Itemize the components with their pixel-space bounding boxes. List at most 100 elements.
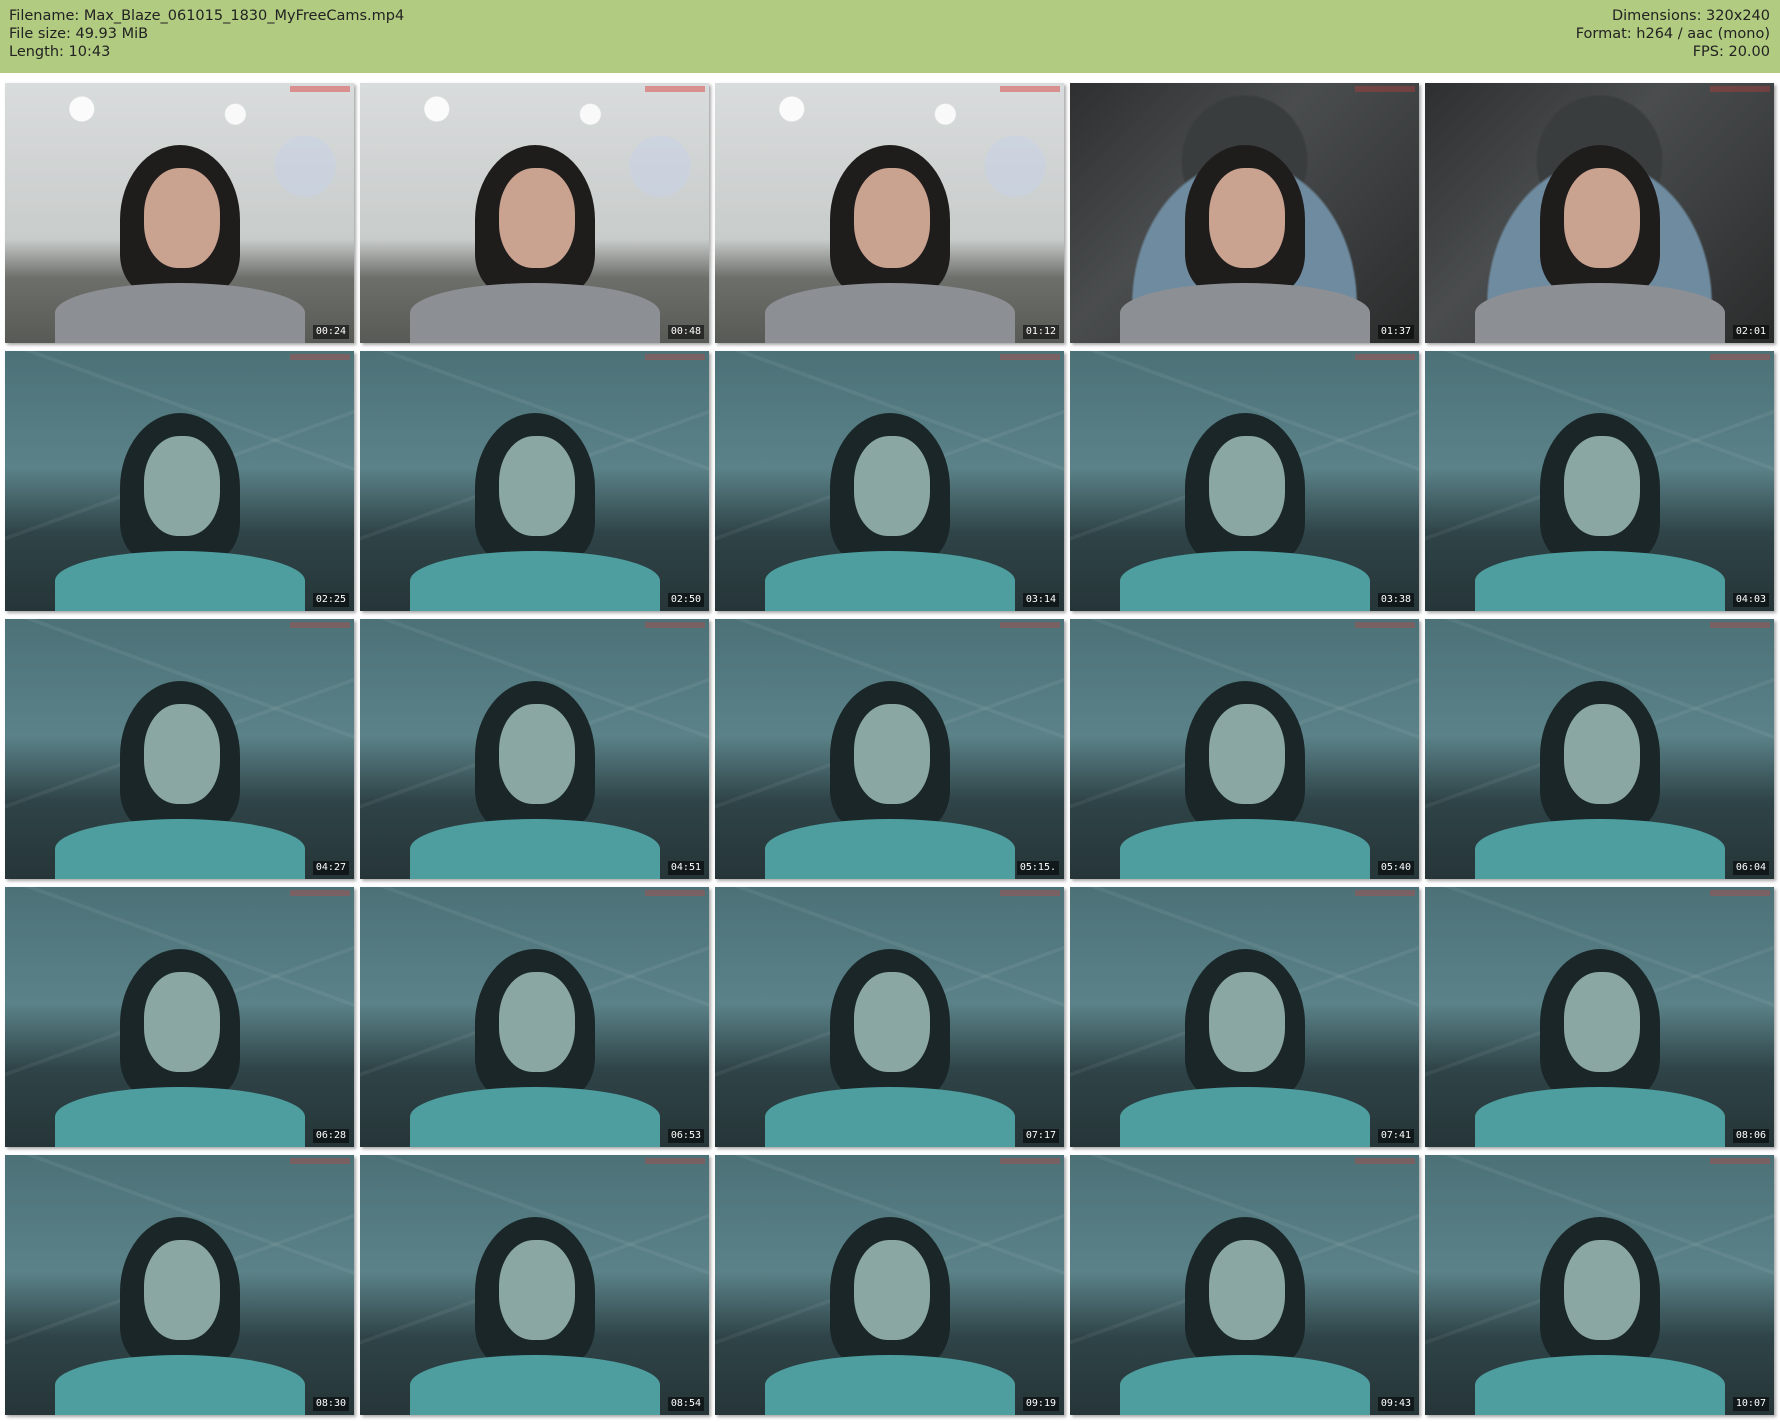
person-face <box>498 1240 575 1340</box>
person-shoulders <box>1474 1087 1725 1147</box>
person-face <box>143 704 220 804</box>
video-thumbnail[interactable]: 02:25 <box>5 351 354 611</box>
thumbnail-timestamp: 00:24 <box>312 325 349 339</box>
person-face <box>1563 1240 1640 1340</box>
thumbnail-timestamp: 08:54 <box>667 1397 704 1411</box>
person-shoulders <box>1474 551 1725 611</box>
person-shoulders <box>409 1355 660 1415</box>
video-thumbnail[interactable]: 04:27 <box>5 619 354 879</box>
format-text: Format: h264 / aac (mono) <box>1575 26 1770 42</box>
person-shoulders <box>54 1355 305 1415</box>
video-thumbnail[interactable]: 04:51 <box>360 619 709 879</box>
video-thumbnail[interactable]: 06:04 <box>1425 619 1774 879</box>
person-face <box>853 1240 930 1340</box>
video-thumbnail[interactable]: 02:01 <box>1425 83 1774 343</box>
thumbnail-timestamp: 03:14 <box>1022 593 1059 607</box>
person-shoulders <box>1119 283 1370 343</box>
watermark <box>1000 890 1060 896</box>
watermark <box>290 354 350 360</box>
video-thumbnail[interactable]: 02:50 <box>360 351 709 611</box>
person-shoulders <box>1474 1355 1725 1415</box>
video-thumbnail[interactable]: 00:48 <box>360 83 709 343</box>
video-thumbnail[interactable]: 01:12 <box>715 83 1064 343</box>
file-info-left: Filename: Max_Blaze_061015_1830_MyFreeCa… <box>9 7 404 61</box>
watermark <box>1355 86 1415 92</box>
watermark <box>290 622 350 628</box>
thumbnail-timestamp: 05:40 <box>1377 861 1414 875</box>
video-thumbnail[interactable]: 06:53 <box>360 887 709 1147</box>
person-shoulders <box>54 551 305 611</box>
file-info-right: Dimensions: 320x240 Format: h264 / aac (… <box>1576 7 1770 61</box>
person-face <box>498 168 575 268</box>
person-shoulders <box>54 819 305 879</box>
thumbnail-grid: 00:24 00:48 01:12 01:37 02:01 02:25 02:50 03:14… <box>5 83 1774 1418</box>
video-thumbnail[interactable]: 10:07 <box>1425 1155 1774 1415</box>
person-shoulders <box>1119 1355 1370 1415</box>
watermark <box>1710 86 1770 92</box>
person-face <box>498 704 575 804</box>
person-shoulders <box>1119 819 1370 879</box>
watermark <box>645 354 705 360</box>
video-thumbnail[interactable]: 08:30 <box>5 1155 354 1415</box>
person-shoulders <box>1119 551 1370 611</box>
person-face <box>143 972 220 1072</box>
watermark <box>1710 354 1770 360</box>
watermark <box>290 1158 350 1164</box>
watermark <box>1710 890 1770 896</box>
thumbnail-timestamp: 10:07 <box>1732 1397 1769 1411</box>
person-shoulders <box>409 551 660 611</box>
thumbnail-timestamp: 08:30 <box>312 1397 349 1411</box>
thumbnail-timestamp: 08:06 <box>1732 1129 1769 1143</box>
thumbnail-timestamp: 02:01 <box>1732 325 1769 339</box>
thumbnail-timestamp: 04:03 <box>1732 593 1769 607</box>
video-thumbnail[interactable]: 09:43 <box>1070 1155 1419 1415</box>
thumbnail-timestamp: 01:37 <box>1377 325 1414 339</box>
video-thumbnail[interactable]: 08:54 <box>360 1155 709 1415</box>
video-thumbnail[interactable]: 08:06 <box>1425 887 1774 1147</box>
video-thumbnail[interactable]: 05:40 <box>1070 619 1419 879</box>
thumbnail-timestamp: 04:27 <box>312 861 349 875</box>
person-shoulders <box>764 283 1015 343</box>
video-thumbnail[interactable]: 03:38 <box>1070 351 1419 611</box>
person-face <box>1563 972 1640 1072</box>
person-shoulders <box>764 551 1015 611</box>
person-face <box>1563 168 1640 268</box>
person-face <box>853 436 930 536</box>
thumbnail-timestamp: 06:04 <box>1732 861 1769 875</box>
video-thumbnail[interactable]: 07:41 <box>1070 887 1419 1147</box>
video-thumbnail[interactable]: 09:19 <box>715 1155 1064 1415</box>
video-thumbnail[interactable]: 06:28 <box>5 887 354 1147</box>
person-face <box>143 1240 220 1340</box>
dimensions-text: Dimensions: 320x240 <box>1611 8 1770 24</box>
thumbnail-timestamp: 05:15. <box>1016 861 1059 875</box>
person-shoulders <box>764 1087 1015 1147</box>
watermark <box>1355 622 1415 628</box>
person-shoulders <box>409 283 660 343</box>
person-shoulders <box>1119 1087 1370 1147</box>
video-thumbnail[interactable]: 07:17 <box>715 887 1064 1147</box>
person-face <box>498 972 575 1072</box>
person-face <box>1208 972 1285 1072</box>
person-face <box>853 704 930 804</box>
video-thumbnail[interactable]: 03:14 <box>715 351 1064 611</box>
video-thumbnail[interactable]: 04:03 <box>1425 351 1774 611</box>
thumbnail-timestamp: 09:19 <box>1022 1397 1059 1411</box>
video-thumbnail[interactable]: 00:24 <box>5 83 354 343</box>
thumbnail-timestamp: 04:51 <box>667 861 704 875</box>
watermark <box>645 622 705 628</box>
watermark <box>1710 1158 1770 1164</box>
person-face <box>1563 704 1640 804</box>
info-header: Filename: Max_Blaze_061015_1830_MyFreeCa… <box>0 0 1780 73</box>
person-shoulders <box>54 1087 305 1147</box>
person-face <box>853 972 930 1072</box>
fps-text: FPS: 20.00 <box>1692 44 1770 60</box>
person-face <box>1208 704 1285 804</box>
watermark <box>1000 86 1060 92</box>
filesize-text: File size: 49.93 MiB <box>9 26 149 42</box>
person-face <box>1563 436 1640 536</box>
video-thumbnail[interactable]: 05:15. <box>715 619 1064 879</box>
person-shoulders <box>409 819 660 879</box>
video-thumbnail[interactable]: 01:37 <box>1070 83 1419 343</box>
person-face <box>1208 168 1285 268</box>
watermark <box>1355 890 1415 896</box>
